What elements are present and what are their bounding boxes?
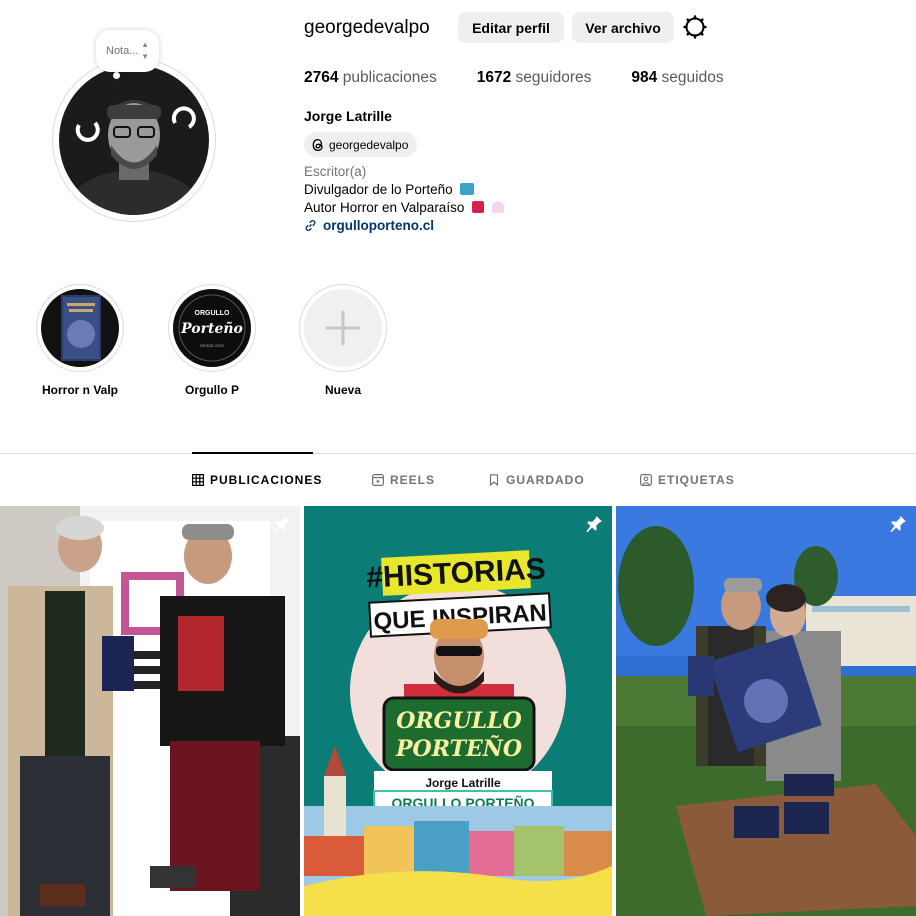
tagged-user-icon (640, 474, 652, 486)
tab-posts[interactable]: PUBLICACIONES (192, 473, 322, 487)
edit-profile-button[interactable]: Editar perfil (458, 12, 564, 43)
posts-label: publicaciones (342, 69, 437, 86)
ghost-emoji-icon (491, 201, 504, 213)
plus-icon (326, 311, 360, 345)
highlight-label: Orgullo P (185, 383, 239, 397)
threads-badge[interactable]: georgedevalpo (304, 132, 418, 157)
bio-line-1: Divulgador de lo Porteño (304, 182, 475, 197)
pinned-icon (890, 516, 906, 533)
sort-arrows-icon: ▲ ▼ (141, 40, 149, 61)
username: georgedevalpo (304, 17, 430, 38)
followers-stat[interactable]: 1672 seguidores (477, 69, 592, 87)
following-stat[interactable]: 984 seguidos (631, 69, 723, 87)
highlight-ring: ORGULLO Porteño DESDE 2023 (168, 284, 256, 372)
threads-icon (312, 138, 323, 151)
highlight-new[interactable]: Nueva (299, 284, 387, 397)
bio-line-2-text: Autor Horror en Valparaíso (304, 200, 465, 215)
pinned-icon (274, 516, 290, 533)
highlight-orgullo-p[interactable]: ORGULLO Porteño DESDE 2023 Orgullo P (168, 284, 256, 397)
grid-icon (192, 474, 204, 486)
tab-label: ETIQUETAS (658, 473, 735, 487)
highlight-cover-logo: ORGULLO Porteño DESDE 2023 (173, 289, 251, 367)
threads-handle: georgedevalpo (329, 137, 409, 152)
note-bubble-tail (113, 72, 120, 79)
post-tile[interactable] (0, 506, 300, 916)
followers-count: 1672 (476, 69, 512, 86)
active-tab-indicator (192, 452, 313, 454)
logo-text-top: ORGULLO (195, 310, 231, 317)
badge-orgullo: ORGULLO (396, 708, 522, 734)
logo-text-main: Porteño (180, 320, 243, 337)
link-icon (305, 220, 316, 231)
highlight-horror-n-valp[interactable]: Horror n Valp (36, 284, 124, 397)
view-archive-button[interactable]: Ver archivo (572, 12, 674, 43)
post-image-historias-que-inspiran: #HISTORIAS QUE INSPIRAN ORGULLO PORTEÑO … (304, 506, 612, 916)
note-bubble[interactable]: Nota... ▲ ▼ (96, 30, 159, 72)
tab-tagged[interactable]: ETIQUETAS (640, 473, 735, 487)
highlight-cover-book (41, 289, 119, 367)
profile-stats: 2764 publicaciones 1672 seguidores 984 s… (304, 69, 764, 87)
profile-avatar-ring[interactable] (52, 58, 216, 222)
new-highlight-plus (304, 289, 382, 367)
post-tile[interactable] (616, 506, 916, 916)
settings-gear-icon[interactable] (683, 15, 707, 39)
cable-car-emoji-icon (460, 183, 475, 195)
pinned-icon (586, 516, 602, 533)
post-image-outdoor-book-fair (616, 506, 916, 916)
tab-saved[interactable]: GUARDADO (488, 473, 585, 487)
following-label: seguidos (661, 69, 724, 86)
highlight-ring (299, 284, 387, 372)
profile-link-text: orgulloporteno.cl (323, 218, 434, 233)
tab-reels[interactable]: REELS (372, 473, 435, 487)
avatar[interactable] (59, 65, 209, 215)
highlight-label: Nueva (324, 383, 362, 397)
tab-label: GUARDADO (506, 473, 585, 487)
bookmark-icon (489, 474, 499, 486)
badge-porteno: PORTEÑO (395, 735, 522, 762)
posts-stat: 2764 publicaciones (304, 69, 437, 87)
posts-count: 2764 (304, 69, 339, 86)
logo-text-bottom: DESDE 2023 (200, 343, 225, 348)
tab-label: PUBLICACIONES (210, 473, 323, 487)
following-count: 984 (631, 69, 658, 86)
highlight-ring (36, 284, 124, 372)
note-placeholder: Nota... (106, 45, 139, 57)
profile-link[interactable]: orgulloporteno.cl (304, 218, 434, 233)
post-tile[interactable]: #HISTORIAS QUE INSPIRAN ORGULLO PORTEÑO … (304, 506, 612, 916)
bio-line-2: Autor Horror en Valparaíso (304, 200, 504, 215)
tab-divider (0, 453, 916, 454)
bio-line-1-text: Divulgador de lo Porteño (304, 182, 453, 197)
followers-label: seguidores (515, 69, 592, 86)
profile-category: Escritor(a) (304, 164, 367, 179)
tab-label: REELS (390, 473, 436, 487)
book-emoji-icon (472, 201, 485, 213)
full-name: Jorge Latrille (304, 108, 392, 124)
reels-icon (372, 474, 384, 486)
post-name: Jorge Latrille (425, 776, 501, 790)
highlight-label: Horror n Valp (41, 383, 118, 397)
post-image-book-event (0, 506, 300, 916)
